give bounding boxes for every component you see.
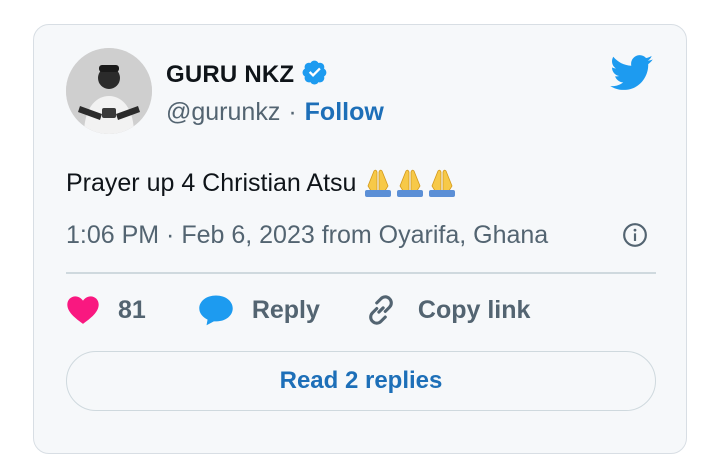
- read-replies-button[interactable]: Read 2 replies: [66, 351, 656, 411]
- reply-label: Reply: [251, 295, 320, 324]
- copy-link-label: Copy link: [417, 295, 531, 324]
- praying-hands-icon: [364, 168, 460, 198]
- handle-row: @gurunkz · Follow: [166, 98, 384, 127]
- avatar[interactable]: [66, 48, 152, 134]
- info-icon[interactable]: [622, 222, 648, 253]
- divider: [66, 272, 656, 274]
- verified-badge-icon: [302, 59, 328, 90]
- avatar-photo-icon: [66, 48, 152, 134]
- author-row: GURU NKZ: [166, 59, 328, 90]
- tweet-timestamp[interactable]: 1:06 PM · Feb 6, 2023 from Oyarifa, Ghan…: [66, 221, 548, 250]
- author-name[interactable]: GURU NKZ: [166, 61, 294, 89]
- heart-icon: [67, 296, 99, 324]
- follow-button[interactable]: Follow: [305, 98, 384, 127]
- likes-count: 81: [118, 295, 146, 324]
- tweet-text-row: Prayer up 4 Christian Atsu 🙏🙏🙏: [66, 168, 460, 198]
- tweet-card: GURU NKZ @gurunkz · Follow Prayer up 4 C…: [33, 24, 687, 454]
- reply-bubble-icon: [199, 295, 233, 326]
- author-handle[interactable]: @gurunkz: [166, 98, 280, 127]
- link-icon: [369, 295, 393, 325]
- copy-link-button[interactable]: Copy link: [364, 293, 531, 327]
- tweet-text: Prayer up 4 Christian Atsu: [66, 168, 357, 197]
- twitter-bird-icon[interactable]: [610, 55, 654, 96]
- like-button[interactable]: 81: [66, 295, 146, 325]
- action-bar: 81 Reply Copy link: [66, 293, 530, 327]
- separator-dot: ·: [288, 98, 297, 126]
- reply-button[interactable]: Reply: [198, 294, 320, 326]
